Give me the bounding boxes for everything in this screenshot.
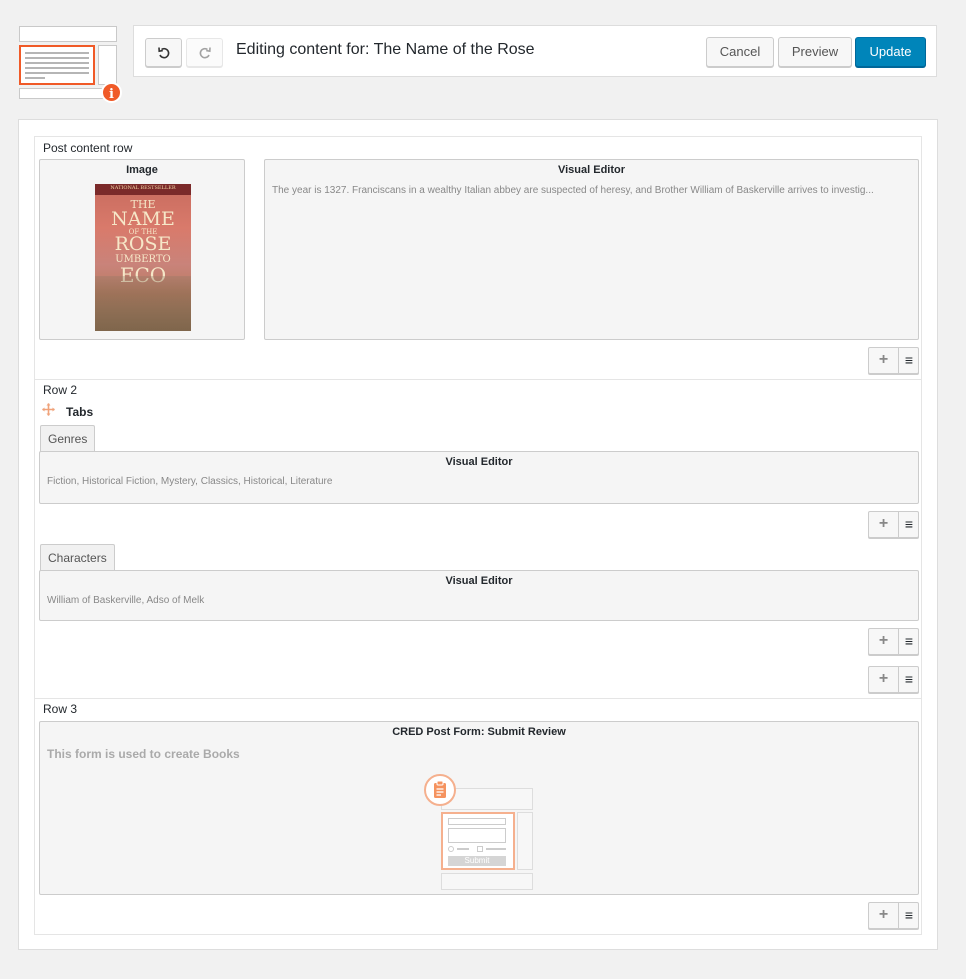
cell-content: The year is 1327. Franciscans in a wealt… — [272, 185, 874, 196]
rows-container: Post content row Image NATIONAL BESTSELL… — [34, 136, 922, 935]
cell-title: Visual Editor — [445, 575, 513, 587]
preview-button[interactable]: Preview — [778, 37, 852, 67]
hamburger-menu-icon[interactable]: ≡ — [899, 903, 919, 928]
row-label: Row 2 — [43, 383, 78, 397]
cell-title: CRED Post Form: Submit Review — [392, 726, 566, 738]
undo-button[interactable] — [145, 38, 182, 67]
cancel-button[interactable]: Cancel — [706, 37, 774, 67]
layout-editor-panel: Post content row Image NATIONAL BESTSELL… — [18, 119, 938, 950]
layout-logo-icon: i — [18, 26, 122, 103]
cell-controls: + ≡ — [868, 902, 919, 929]
plus-icon[interactable]: + — [869, 512, 899, 537]
plus-icon[interactable]: + — [869, 903, 899, 928]
submit-button-preview: Submit — [448, 856, 506, 866]
form-illustration: Submit — [424, 774, 534, 894]
hamburger-menu-icon[interactable]: ≡ — [899, 348, 919, 373]
row-label: Row 3 — [43, 702, 78, 716]
form-icon — [424, 774, 456, 806]
plus-icon[interactable]: + — [869, 348, 899, 373]
tabs-title: Tabs — [66, 405, 94, 419]
cell-controls: + ≡ — [868, 511, 919, 538]
cell-controls: + ≡ — [868, 347, 919, 374]
visual-editor-cell[interactable]: Visual Editor The year is 1327. Francisc… — [264, 159, 919, 340]
cell-controls: + ≡ — [868, 628, 919, 655]
page-title: Editing content for: The Name of the Ros… — [236, 41, 535, 58]
cell-title: Visual Editor — [445, 456, 513, 468]
row-label: Post content row — [43, 141, 133, 155]
cell-content: Fiction, Historical Fiction, Mystery, Cl… — [47, 476, 333, 487]
cred-form-cell[interactable]: CRED Post Form: Submit Review This form … — [39, 721, 919, 895]
book-cover-image: NATIONAL BESTSELLER THE NAME OF THE ROSE… — [95, 184, 191, 331]
cell-title: Image — [126, 164, 158, 176]
tabs-controls: + ≡ — [868, 666, 919, 693]
editor-toolbar: Editing content for: The Name of the Ros… — [133, 25, 937, 77]
update-button[interactable]: Update — [855, 37, 926, 67]
hamburger-menu-icon[interactable]: ≡ — [899, 667, 919, 692]
tab-characters[interactable]: Characters — [40, 544, 115, 571]
visual-editor-cell[interactable]: Visual Editor William of Baskerville, Ad… — [39, 570, 919, 621]
plus-icon[interactable]: + — [869, 667, 899, 692]
redo-button[interactable] — [186, 38, 223, 67]
form-description: This form is used to create Books — [47, 747, 240, 761]
cell-content: William of Baskerville, Adso of Melk — [47, 595, 205, 606]
undo-icon — [157, 46, 169, 58]
plus-icon[interactable]: + — [869, 629, 899, 654]
hamburger-menu-icon[interactable]: ≡ — [899, 512, 919, 537]
image-cell[interactable]: Image NATIONAL BESTSELLER THE NAME OF TH… — [39, 159, 245, 340]
redo-icon — [199, 46, 211, 58]
move-arrows-icon[interactable] — [42, 403, 55, 421]
visual-editor-cell[interactable]: Visual Editor Fiction, Historical Fictio… — [39, 451, 919, 504]
info-icon[interactable]: i — [101, 82, 122, 103]
tab-genres[interactable]: Genres — [40, 425, 96, 452]
cell-title: Visual Editor — [557, 164, 626, 176]
hamburger-menu-icon[interactable]: ≡ — [899, 629, 919, 654]
